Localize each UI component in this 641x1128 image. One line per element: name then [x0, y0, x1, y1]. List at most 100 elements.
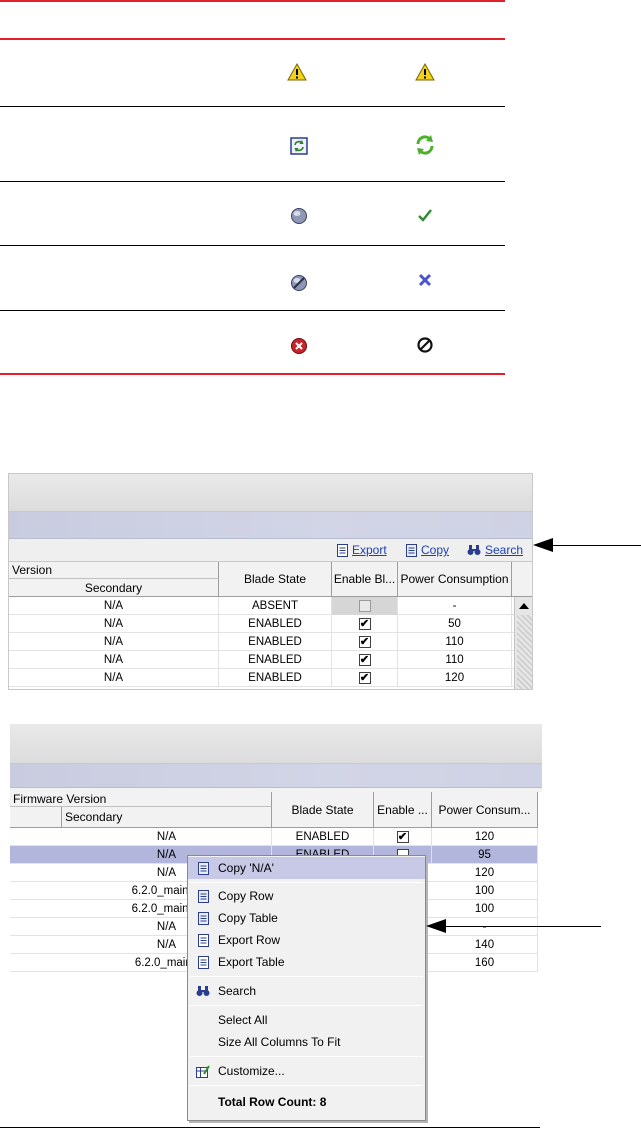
menu-item-size-columns[interactable]: Size All Columns To Fit [188, 1031, 425, 1053]
copy-label: Copy [421, 543, 450, 557]
menu-item-label: Search [218, 984, 257, 998]
row-divider [0, 310, 505, 311]
cell-blade-state: ENABLED [219, 633, 332, 651]
cell-power: 100 [432, 882, 538, 900]
scroll-up-arrow-icon[interactable] [517, 600, 531, 612]
menu-separator [190, 1056, 423, 1057]
cell-secondary: N/A [9, 651, 219, 669]
cell-power: 160 [432, 954, 538, 972]
menu-item-export-row[interactable]: Export Row [188, 929, 425, 951]
black-no-symbol-icon [414, 334, 436, 356]
warning-triangle-icon [286, 61, 308, 83]
enable-checkbox[interactable] [358, 600, 371, 612]
search-label: Search [485, 543, 524, 557]
table-row[interactable]: N/A ENABLED ✔ 50 [9, 615, 514, 633]
table-row[interactable]: N/A ABSENT - [9, 597, 514, 615]
table-row[interactable]: N/A ENABLED ✔ 120 [9, 669, 514, 687]
column-header-enable[interactable]: Enable ... [374, 792, 432, 828]
cell-enable: ✔ [332, 651, 398, 669]
row-divider [0, 245, 505, 246]
slashed-circle-icon [288, 272, 310, 294]
column-header-version[interactable]: Version [9, 562, 219, 579]
column-header-blade-state[interactable]: Blade State [272, 792, 374, 828]
row-divider [0, 181, 505, 182]
menu-separator [190, 1005, 423, 1006]
copy-link[interactable]: Copy [406, 543, 449, 557]
enable-checkbox[interactable]: ✔ [358, 654, 371, 666]
binoculars-icon [196, 984, 210, 998]
cell-secondary: N/A [62, 828, 272, 846]
table-row[interactable]: N/A ENABLED ✔ 110 [9, 651, 514, 669]
context-menu: Copy 'N/A' Copy Row Copy Table Export Ro… [187, 855, 426, 1121]
table-row[interactable]: N/A ENABLED ✔ 110 [9, 633, 514, 651]
enable-checkbox[interactable]: ✔ [358, 672, 371, 684]
menu-item-customize[interactable]: Customize... [188, 1060, 425, 1082]
cell-blade-state: ENABLED [272, 828, 374, 846]
refresh-box-icon [288, 135, 310, 157]
callout-arrow-line [548, 545, 641, 546]
window-header-area [9, 474, 532, 512]
green-check-icon [414, 204, 436, 226]
menu-item-label: Copy Table [218, 911, 278, 925]
table-header-rule [0, 38, 505, 40]
column-header-power[interactable]: Power Consumption [398, 562, 512, 597]
grey-circle-icon [288, 205, 310, 227]
scroll-track[interactable] [517, 615, 532, 689]
menu-separator [190, 882, 423, 883]
red-x-circle-icon [288, 335, 310, 357]
menu-separator [190, 976, 423, 977]
column-header-primary[interactable] [10, 807, 62, 828]
cell-power: 50 [398, 615, 512, 633]
enable-checkbox[interactable]: ✔ [396, 831, 409, 843]
copy-icon [196, 889, 210, 903]
table-row[interactable]: N/A ENABLED ✔ 120 [10, 828, 538, 846]
column-header-corner [512, 562, 532, 597]
export-icon [196, 955, 210, 969]
column-header-secondary[interactable]: Secondary [9, 579, 219, 597]
menu-item-select-all[interactable]: Select All [188, 1009, 425, 1031]
column-header-firmware-version[interactable]: Firmware Version [10, 792, 272, 807]
menu-item-copy-row[interactable]: Copy Row [188, 885, 425, 907]
export-link[interactable]: Export [337, 543, 387, 557]
menu-item-copy-value[interactable]: Copy 'N/A' [188, 857, 425, 879]
cell-power: 120 [432, 864, 538, 882]
cell-power: 140 [432, 936, 538, 954]
cell-blade-state: ENABLED [219, 615, 332, 633]
table-bottom-rule [0, 373, 505, 375]
cell-blade-state: ENABLED [219, 669, 332, 687]
refresh-arrows-icon [414, 134, 436, 156]
cell-power: - [432, 918, 538, 936]
menu-item-label: Export Row [218, 933, 281, 947]
menu-item-label: Select All [218, 1013, 268, 1027]
menu-total-row-count: Total Row Count: 8 [188, 1091, 425, 1113]
export-icon [337, 543, 348, 557]
column-header-blade-state[interactable]: Blade State [219, 562, 332, 597]
cell-enable: ✔ [332, 669, 398, 687]
cell-power: 120 [432, 828, 538, 846]
menu-item-copy-table[interactable]: Copy Table [188, 907, 425, 929]
blade-table-screenshot: Export Copy Search Version Secondary Bla… [8, 473, 533, 690]
enable-checkbox[interactable]: ✔ [358, 636, 371, 648]
cell-enable: ✔ [332, 633, 398, 651]
menu-item-label: Copy 'N/A' [218, 861, 274, 875]
export-label: Export [352, 543, 387, 557]
table-top-rule [0, 0, 505, 2]
menu-item-label: Export Table [218, 955, 285, 969]
menu-item-search[interactable]: Search [188, 980, 425, 1002]
warning-triangle-icon [414, 61, 436, 83]
vertical-scrollbar[interactable] [514, 597, 532, 689]
menu-item-label: Total Row Count: 8 [218, 1095, 327, 1109]
enable-checkbox[interactable]: ✔ [358, 618, 371, 630]
cell-power: 120 [398, 669, 512, 687]
column-header-secondary[interactable]: Secondary [62, 807, 272, 828]
copy-icon [406, 543, 417, 557]
window-header-area [10, 724, 542, 764]
title-band [10, 764, 542, 788]
customize-grid-icon [196, 1064, 210, 1078]
menu-item-export-table[interactable]: Export Table [188, 951, 425, 973]
cell-secondary: N/A [9, 597, 219, 615]
column-header-enable[interactable]: Enable Bl... [332, 562, 398, 597]
cell-enable: ✔ [374, 828, 432, 846]
search-link[interactable]: Search [467, 543, 523, 557]
column-header-power[interactable]: Power Consum... [432, 792, 538, 828]
